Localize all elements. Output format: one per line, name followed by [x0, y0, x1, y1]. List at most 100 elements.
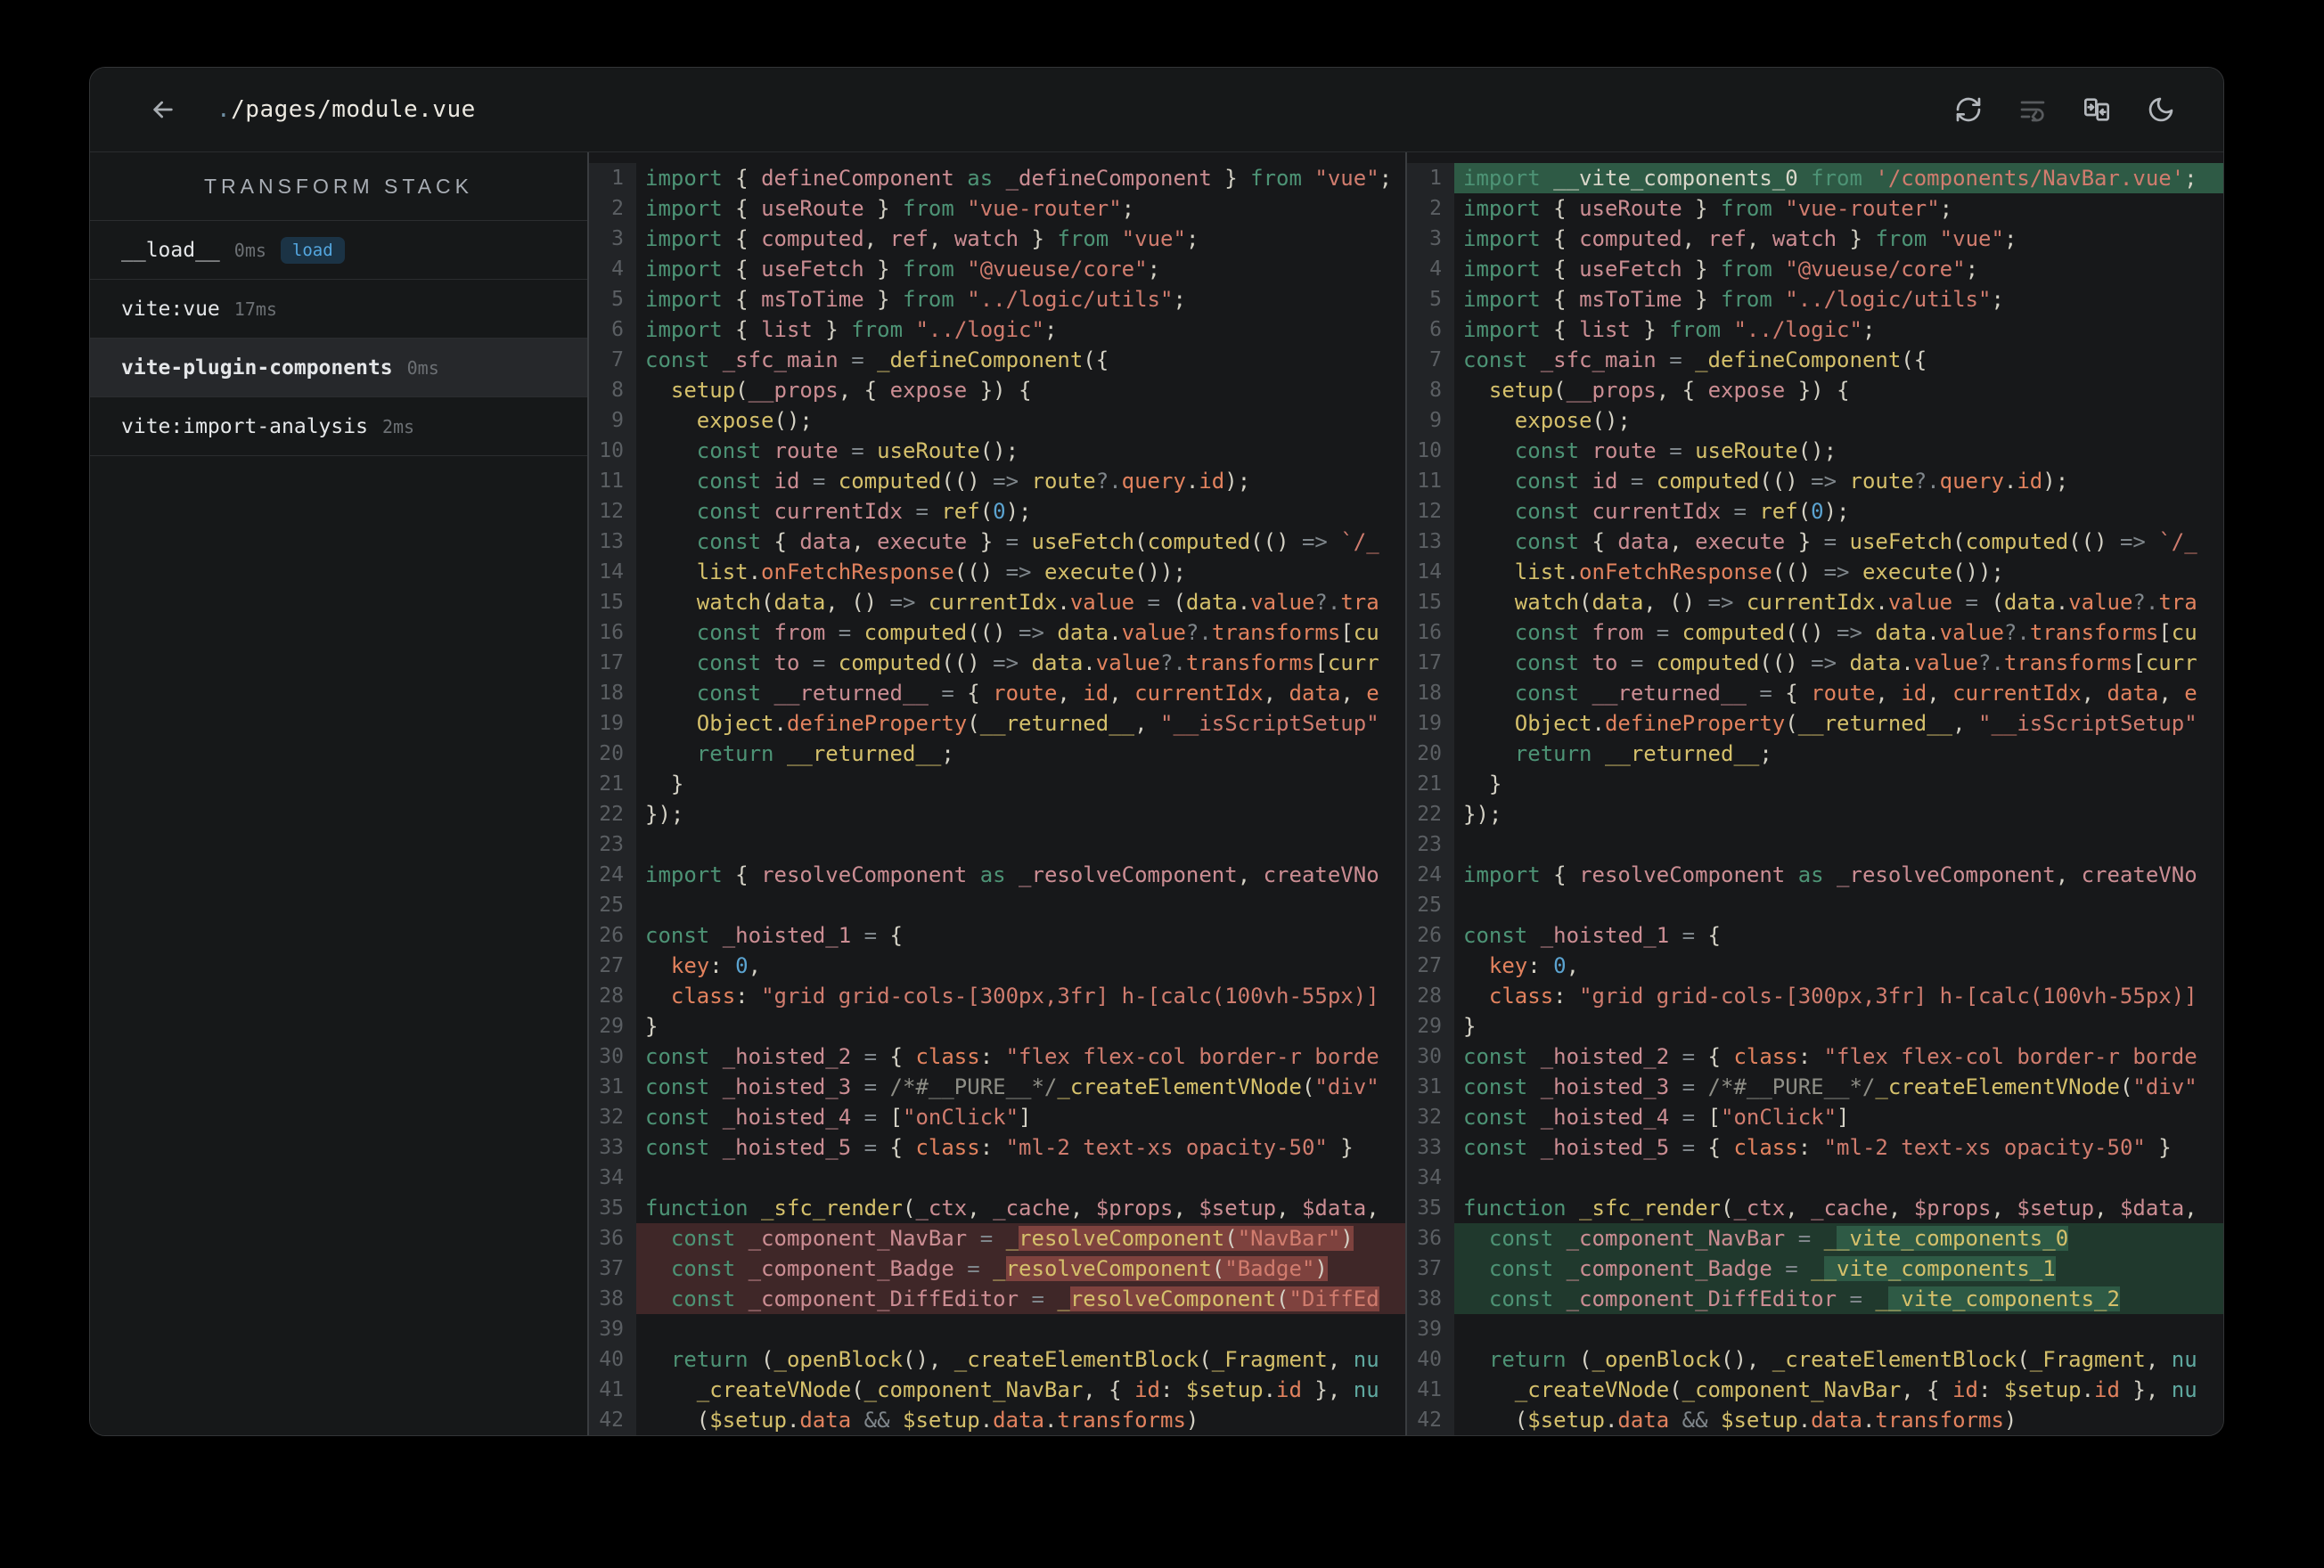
line-number: 31 [1407, 1072, 1454, 1102]
line-number: 17 [1407, 648, 1454, 678]
code-line: 24 import { resolveComponent as _resolveC… [589, 860, 1405, 890]
line-number: 12 [589, 496, 636, 527]
code-text: const _hoisted_4 = ["onClick"] [1463, 1105, 1850, 1130]
line-number: 1 [1407, 163, 1454, 193]
code-text: const _hoisted_5 = { class: "ml-2 text-x… [1463, 1135, 2172, 1160]
sidebar-item-vite-plugin-components[interactable]: vite-plugin-components 0ms [90, 339, 587, 397]
code-line: 42 ($setup.data && $setup.data.transform… [1407, 1405, 2223, 1435]
code-line: 22}); [589, 799, 1405, 829]
line-number: 21 [589, 769, 636, 799]
line-wrap-button[interactable] [2017, 94, 2049, 126]
line-number: 15 [1407, 587, 1454, 617]
code-line: 19 Object.defineProperty(__returned__, "… [589, 708, 1405, 739]
code-line: 22}); [1407, 799, 2223, 829]
line-number: 26 [1407, 920, 1454, 951]
code-text: _createVNode(_component_NavBar, { id: $s… [645, 1377, 1379, 1402]
theme-toggle-button[interactable] [2145, 94, 2177, 126]
line-number: 18 [1407, 678, 1454, 708]
code-line: 35 function _sfc_render(_ctx, _cache, $pr… [589, 1193, 1405, 1223]
line-number: 7 [1407, 345, 1454, 375]
code-text: const _component_DiffEditor = _resolveCo… [636, 1284, 1405, 1314]
transform-name: vite-plugin-components [121, 355, 393, 380]
code-line: 5 import { msToTime } from "../logic/util… [1407, 284, 2223, 314]
code-text: Object.defineProperty(__returned__, "__i… [645, 711, 1379, 736]
sidebar-item-vite-vue[interactable]: vite:vue 17ms [90, 280, 587, 339]
code-line: 16 const from = computed(() => data.valu… [1407, 617, 2223, 648]
line-number: 2 [1407, 193, 1454, 224]
line-number: 5 [1407, 284, 1454, 314]
line-number: 38 [589, 1284, 636, 1314]
line-number: 28 [589, 981, 636, 1011]
code-line: 27 key: 0, [589, 951, 1405, 981]
code-line: 24 import { resolveComponent as _resolveC… [1407, 860, 2223, 890]
code-text: list.onFetchResponse(() => execute()); [1463, 559, 2004, 584]
code-text: } [1463, 1014, 1477, 1039]
line-number: 11 [589, 466, 636, 496]
code-text: }); [1463, 802, 1502, 827]
header-bar: ./pages/module.vue [90, 68, 2223, 152]
line-number: 7 [589, 345, 636, 375]
code-text: import { list } from "../logic"; [1463, 317, 1876, 342]
line-number: 21 [1407, 769, 1454, 799]
line-number: 36 [589, 1223, 636, 1254]
line-number: 10 [1407, 436, 1454, 466]
code-text: setup(__props, { expose }) { [1463, 378, 1850, 403]
code-panel-before[interactable]: 1 import { defineComponent as _defineComp… [587, 152, 1405, 1435]
line-number: 27 [1407, 951, 1454, 981]
module-file-path: /pages/module.vue [231, 96, 476, 123]
code-text: import { useFetch } from "@vueuse/core"; [645, 257, 1161, 282]
line-number: 3 [589, 224, 636, 254]
code-line: 1 import { defineComponent as _defineComp… [589, 163, 1405, 193]
line-number: 33 [1407, 1132, 1454, 1163]
moon-icon [2148, 97, 2173, 122]
line-number: 36 [1407, 1223, 1454, 1254]
code-text: const _hoisted_1 = { [645, 923, 903, 948]
code-line: 25 [589, 890, 1405, 920]
code-panel-after[interactable]: 1 import __vite_components_0 from '/compo… [1405, 152, 2223, 1435]
code-text: ($setup.data && $setup.data.transforms) [1463, 1408, 2017, 1433]
code-text: const route = useRoute(); [645, 438, 1019, 463]
sidebar-item-load[interactable]: __load__ 0ms load [90, 221, 587, 280]
line-number: 31 [589, 1072, 636, 1102]
code-text: function _sfc_render(_ctx, _cache, $prop… [645, 1196, 1379, 1221]
line-number: 29 [1407, 1011, 1454, 1041]
code-text: const _component_Badge = __vite_componen… [1454, 1254, 2223, 1284]
line-number: 1 [589, 163, 636, 193]
code-text: import { computed, ref, watch } from "vu… [645, 226, 1199, 251]
back-button[interactable] [145, 92, 181, 127]
code-text: import { useRoute } from "vue-router"; [1463, 196, 1953, 221]
code-line: 6 import { list } from "../logic"; [1407, 314, 2223, 345]
code-text: const _hoisted_5 = { class: "ml-2 text-x… [645, 1135, 1354, 1160]
code-line: 10 const route = useRoute(); [589, 436, 1405, 466]
code-text: const _component_NavBar = __vite_compone… [1454, 1223, 2223, 1254]
sidebar-item-vite-import-analysis[interactable]: vite:import-analysis 2ms [90, 397, 587, 456]
code-line: 34 [589, 1163, 1405, 1193]
code-line: 13 const { data, execute } = useFetch(co… [1407, 527, 2223, 557]
code-text: const _hoisted_2 = { class: "flex flex-c… [645, 1044, 1379, 1069]
code-text: key: 0, [645, 953, 762, 978]
code-text: } [1463, 772, 1502, 796]
code-line: 18 const __returned__ = { route, id, cur… [1407, 678, 2223, 708]
code-line: 28 class: "grid grid-cols-[300px,3fr] h-… [589, 981, 1405, 1011]
split-view-button[interactable] [2081, 94, 2113, 126]
page-title: ./pages/module.vue [217, 96, 476, 123]
code-text: } [645, 772, 684, 796]
code-line: 2 import { useRoute } from "vue-router"; [1407, 193, 2223, 224]
wrap-text-icon [2020, 101, 2045, 122]
code-line: 42 ($setup.data && $setup.data.transform… [589, 1405, 1405, 1435]
transform-time: 0ms [233, 239, 266, 261]
code-text: const from = computed(() => data.value?.… [645, 620, 1379, 645]
line-number: 37 [589, 1254, 636, 1284]
module-file-prefix: . [217, 96, 232, 123]
line-number: 38 [1407, 1284, 1454, 1314]
line-number: 6 [589, 314, 636, 345]
line-number: 9 [1407, 405, 1454, 436]
refresh-button[interactable] [1952, 94, 1984, 126]
line-number: 18 [589, 678, 636, 708]
